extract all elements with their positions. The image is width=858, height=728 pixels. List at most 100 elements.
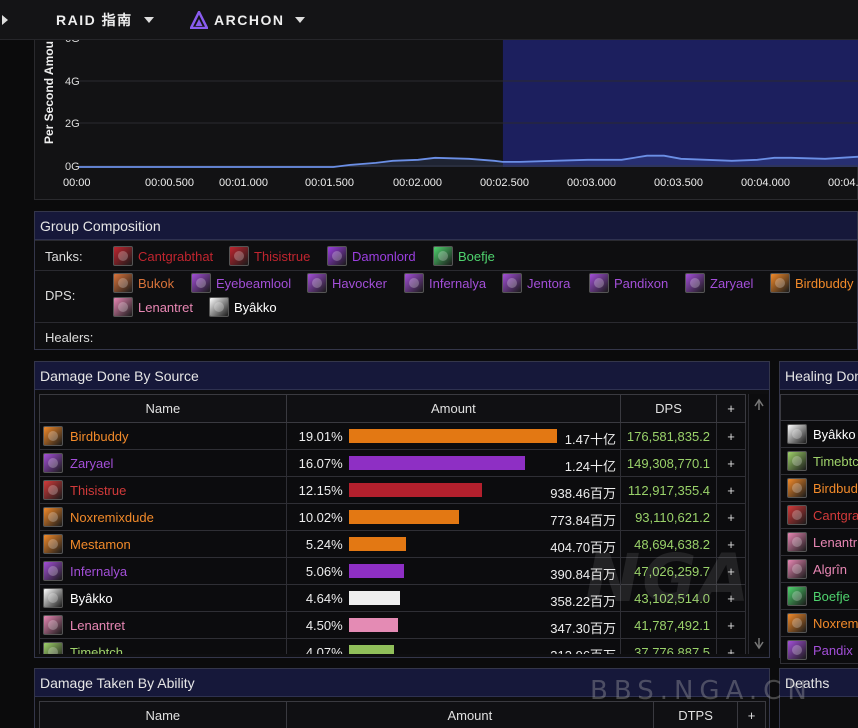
row-player-name[interactable]: Infernalya	[70, 564, 127, 579]
archon-logo-icon	[190, 11, 208, 29]
monk-icon	[787, 586, 807, 606]
tank-player[interactable]: Boefje	[433, 246, 495, 266]
row-percent: 10.02%	[298, 510, 343, 525]
demon-hunter-icon	[43, 561, 63, 581]
row-name-cell: Mestamon	[39, 530, 287, 558]
x-tick-label: 00:03.000	[567, 177, 616, 189]
row-amount: 1.47十亿	[564, 432, 617, 447]
druid-icon	[43, 426, 63, 446]
row-share-bar	[348, 564, 404, 578]
dps-player[interactable]: Jentora	[502, 273, 570, 293]
healing-row[interactable]: Cantgra	[780, 502, 858, 529]
player-name: Boefje	[458, 248, 495, 264]
row-amount-cell: 16.07% 1.24十亿	[285, 449, 622, 477]
dps-player[interactable]: Bukok	[113, 273, 174, 293]
y-axis-label: Per Second Amou	[42, 41, 56, 144]
row-player-name[interactable]: Birdbuddy	[70, 429, 129, 444]
healer-name: Lenantr	[813, 534, 858, 550]
dps-player[interactable]: Infernalya	[404, 273, 486, 293]
row-player-name[interactable]: Lenantret	[70, 618, 125, 633]
healing-row[interactable]: Pandix	[780, 637, 858, 664]
dps-player[interactable]: Byâkko	[209, 297, 277, 317]
priest-icon	[209, 297, 229, 317]
dps-player[interactable]: Havocker	[307, 273, 387, 293]
healing-row[interactable]: Lenantr	[780, 529, 858, 556]
druid-icon	[787, 478, 807, 498]
nav-archon-label: ARCHON	[214, 12, 285, 28]
row-dps: 93,110,621.2	[620, 503, 718, 531]
row-player-name[interactable]: Zaryael	[70, 456, 113, 471]
table-row[interactable]: Zaryael 16.07% 1.24十亿 149,308,770.1 +	[39, 449, 746, 477]
player-name: Birdbuddy	[795, 275, 854, 291]
healing-row[interactable]: Algrîn	[780, 556, 858, 583]
row-name-cell: Birdbuddy	[39, 422, 287, 450]
priest-icon	[787, 424, 807, 444]
col-amount-header[interactable]: Amount	[285, 394, 622, 423]
row-share-bar	[348, 483, 482, 497]
dps-player[interactable]: Eyebeamlool	[191, 273, 291, 293]
selection-highlight[interactable]	[502, 40, 858, 167]
col-name-header[interactable]: Name	[39, 394, 287, 423]
nav-archon[interactable]: ARCHON	[190, 0, 306, 40]
healing-row[interactable]: Boefje	[780, 583, 858, 610]
table-row[interactable]: Timebtch 4.07% 313.96百万 37,776,887.5+	[39, 638, 746, 655]
player-name: Lenantret	[138, 299, 193, 315]
row-amount: 938.46百万	[550, 486, 617, 501]
bbs-watermark-text: BBS.NGA.CN	[590, 676, 813, 706]
row-share-bar	[348, 429, 557, 443]
row-player-name[interactable]: Noxremixdude	[70, 510, 154, 525]
x-tick-label: 00:04.5	[828, 177, 858, 189]
row-player-name[interactable]: Mestamon	[70, 537, 131, 552]
col-dps-header[interactable]: DPS	[620, 394, 718, 423]
nav-raid-guide[interactable]: RAID 指南	[56, 0, 154, 40]
row-player-name[interactable]: Timebtch	[70, 645, 123, 655]
demon-hunter-icon	[502, 273, 522, 293]
row-share-bar	[348, 456, 525, 470]
row-share-bar	[348, 591, 400, 605]
player-name: Zaryael	[710, 275, 754, 291]
row-amount-cell: 4.50% 347.30百万	[285, 611, 622, 639]
nav-menu-left[interactable]	[0, 0, 10, 40]
row-expand-button[interactable]: +	[716, 503, 746, 531]
paladin-icon	[113, 297, 133, 317]
x-tick-label: 00:02.000	[393, 177, 442, 189]
row-share-bar	[348, 537, 406, 551]
dps-player[interactable]: Birdbuddy	[770, 273, 854, 293]
row-expand-button[interactable]: +	[716, 476, 746, 504]
player-name: Bukok	[138, 275, 175, 291]
healing-row[interactable]: Noxrem	[780, 610, 858, 637]
table-row[interactable]: Noxremixdude 10.02% 773.84百万 93,110,621.2 +	[39, 503, 746, 531]
healing-row[interactable]: Birdbud	[780, 475, 858, 502]
row-percent: 5.06%	[305, 564, 343, 579]
col-plus-header[interactable]: +	[716, 394, 746, 423]
dps-player[interactable]: Pandixon	[589, 273, 668, 293]
table-row[interactable]: Birdbuddy 19.01% 1.47十亿 176,581,835.2 +	[39, 422, 746, 450]
damage-timeline-chart[interactable]: 6G 4G 2G 0G Per Second Amou 00:00 00:00.500 00:…	[34, 40, 858, 200]
demon-hunter-icon	[685, 273, 705, 293]
dps-player[interactable]: Zaryael	[685, 273, 753, 293]
healing-row[interactable]: Timebtc	[780, 448, 858, 475]
row-expand-button[interactable]: +	[716, 449, 746, 477]
druid-icon	[770, 273, 790, 293]
demon-hunter-icon	[589, 273, 609, 293]
row-amount: 347.30百万	[550, 621, 617, 636]
row-player-name[interactable]: Byâkko	[70, 591, 113, 606]
dps-player[interactable]: Lenantret	[113, 297, 193, 317]
taken-col-name-header[interactable]: Name	[39, 701, 287, 728]
row-name-cell: Lenantret	[39, 611, 287, 639]
x-tick-label: 00:03.500	[654, 177, 703, 189]
row-name-cell: Zaryael	[39, 449, 287, 477]
player-name: Thisistrue	[254, 248, 311, 264]
row-percent: 5.24%	[305, 537, 343, 552]
row-player-name[interactable]: Thisistrue	[70, 483, 126, 498]
tank-player[interactable]: Cantgrabthat	[113, 246, 213, 266]
table-row[interactable]: Thisistrue 12.15% 938.46百万 112,917,355.4 +	[39, 476, 746, 504]
damage-done-title: Damage Done By Source	[35, 362, 769, 390]
row-expand-button[interactable]: +	[716, 638, 746, 654]
row-expand-button[interactable]: +	[716, 422, 746, 450]
healing-row[interactable]: Byâkko	[780, 421, 858, 448]
tank-player[interactable]: Thisistrue	[229, 246, 310, 266]
druid-icon	[787, 613, 807, 633]
tank-player[interactable]: Damonlord	[327, 246, 416, 266]
row-percent: 4.64%	[305, 591, 343, 606]
